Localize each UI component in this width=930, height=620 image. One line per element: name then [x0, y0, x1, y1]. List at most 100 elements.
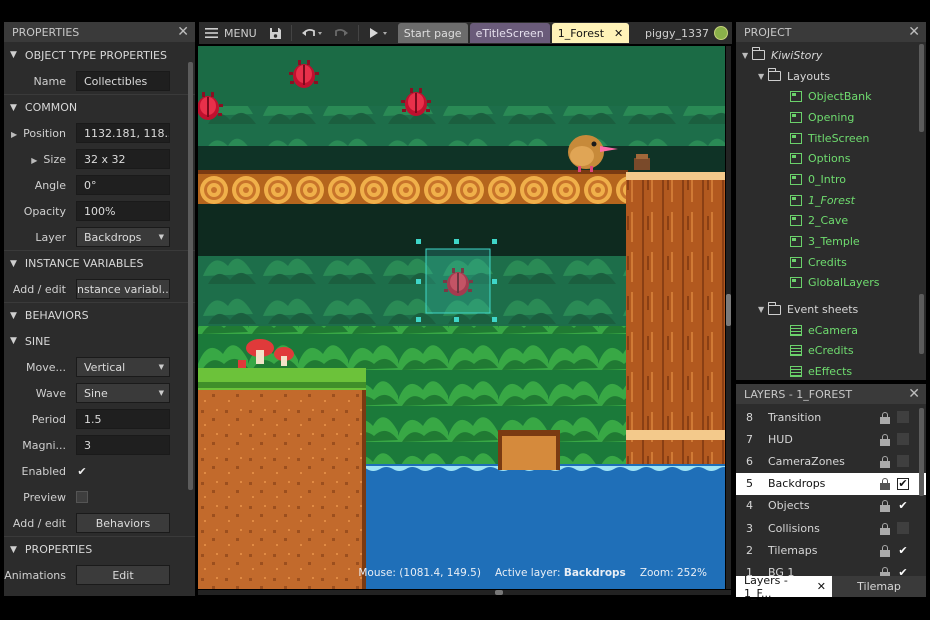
- lock-icon[interactable]: [880, 478, 890, 491]
- property-animations: Animations Edit: [4, 562, 195, 588]
- tree-node-root[interactable]: ▼ KiwiStory: [736, 45, 926, 66]
- tab-start-page[interactable]: Start page: [397, 23, 468, 43]
- angle-field[interactable]: 0°: [76, 175, 170, 195]
- user-account[interactable]: piggy_1337: [645, 26, 732, 40]
- tree-node-layout[interactable]: TitleScreen: [736, 128, 926, 149]
- properties-panel-title: PROPERTIES: [12, 25, 80, 39]
- section-sine[interactable]: ▼ SINE: [4, 328, 195, 354]
- tab-1-forest[interactable]: 1_Forest ✕: [551, 23, 630, 43]
- tree-node-layout[interactable]: GlobalLayers: [736, 273, 926, 294]
- section-common[interactable]: ▼ COMMON: [4, 94, 195, 120]
- property-label: Period: [31, 412, 66, 426]
- event-sheet-icon: [790, 324, 802, 336]
- magnitude-field[interactable]: 3: [76, 435, 170, 455]
- scrollbar-thumb[interactable]: [495, 590, 503, 595]
- tree-node-event-sheets-folder[interactable]: ▼ Event sheets: [736, 299, 926, 320]
- section-behaviors[interactable]: ▼ BEHAVIORS: [4, 302, 195, 328]
- expand-triangle-icon[interactable]: ▶: [31, 156, 37, 165]
- position-field[interactable]: 1132.181, 118.53: [76, 123, 170, 143]
- visibility-checkbox[interactable]: ✔: [897, 544, 909, 557]
- close-icon[interactable]: ✕: [908, 386, 920, 402]
- visibility-checkbox[interactable]: [897, 455, 909, 468]
- section-object-type-properties[interactable]: ▼ OBJECT TYPE PROPERTIES: [4, 42, 195, 68]
- tree-node-event-sheet[interactable]: eCredits: [736, 341, 926, 362]
- expand-triangle-icon[interactable]: ▶: [11, 130, 17, 139]
- layer-select[interactable]: Backdrops ▼: [76, 227, 170, 247]
- name-field[interactable]: Collectibles: [76, 71, 170, 91]
- enabled-checkbox[interactable]: ✔: [76, 465, 88, 478]
- tab-tilemap[interactable]: Tilemap: [832, 576, 926, 597]
- layout-scene[interactable]: [198, 46, 725, 589]
- close-icon[interactable]: ✕: [177, 24, 189, 40]
- instance-variables-button[interactable]: Instance variabl...: [76, 279, 170, 299]
- tree-node-layout[interactable]: Opening: [736, 107, 926, 128]
- tree-node-layout[interactable]: Credits: [736, 252, 926, 273]
- tab-etitlescreen[interactable]: eTitleScreen: [469, 23, 550, 43]
- tree-node-layouts-folder[interactable]: ▼ Layouts: [736, 66, 926, 87]
- layer-number: 4: [746, 499, 753, 513]
- tree-node-layout[interactable]: 3_Temple: [736, 231, 926, 252]
- folder-icon: [751, 47, 765, 61]
- properties-scrollbar[interactable]: [188, 62, 193, 490]
- section-instance-variables[interactable]: ▼ INSTANCE VARIABLES: [4, 250, 195, 276]
- redo-button[interactable]: [329, 22, 355, 44]
- canvas-vertical-scrollbar[interactable]: [726, 46, 731, 589]
- preview-checkbox[interactable]: [76, 491, 88, 503]
- tree-node-layout[interactable]: ObjectBank: [736, 86, 926, 107]
- tree-node-event-sheet[interactable]: eCamera: [736, 320, 926, 341]
- project-scrollbar[interactable]: [919, 44, 924, 132]
- tree-node-label: Layouts: [787, 69, 831, 83]
- edit-animations-button[interactable]: Edit: [76, 565, 170, 585]
- close-icon[interactable]: ✕: [908, 24, 920, 40]
- opacity-field[interactable]: 100%: [76, 201, 170, 221]
- wave-select[interactable]: Sine ▼: [76, 383, 170, 403]
- layer-row-selected[interactable]: 5 Backdrops ✔: [736, 472, 926, 495]
- visibility-checkbox[interactable]: [897, 411, 909, 424]
- layer-row[interactable]: 6 CameraZones: [736, 450, 926, 472]
- lock-icon[interactable]: [880, 544, 890, 557]
- visibility-checkbox[interactable]: [897, 433, 909, 446]
- size-field[interactable]: 32 x 32: [76, 149, 170, 169]
- section-title: PROPERTIES: [24, 543, 93, 556]
- lock-icon[interactable]: [880, 455, 890, 468]
- layer-row[interactable]: 3 Collisions: [736, 517, 926, 539]
- layer-row[interactable]: 2 Tilemaps ✔: [736, 539, 926, 561]
- tree-node-layout[interactable]: Options: [736, 148, 926, 169]
- tree-node-layout-active[interactable]: 1_Forest: [736, 190, 926, 211]
- tree-node-event-sheet[interactable]: eEffects: [736, 361, 926, 380]
- layout-icon: [790, 153, 802, 165]
- layer-row[interactable]: 8 Transition: [736, 406, 926, 428]
- layers-scrollbar[interactable]: [919, 408, 924, 496]
- lock-icon[interactable]: [880, 500, 890, 513]
- dirt-edge: [362, 390, 366, 589]
- canvas-horizontal-scrollbar[interactable]: [198, 590, 731, 595]
- tree-node-layout[interactable]: 0_Intro: [736, 169, 926, 190]
- movement-select[interactable]: Vertical ▼: [76, 357, 170, 377]
- layer-number: 7: [746, 432, 753, 446]
- close-tab-icon[interactable]: ✕: [817, 580, 826, 593]
- lock-icon[interactable]: [880, 522, 890, 535]
- menu-button[interactable]: MENU: [199, 22, 263, 44]
- close-tab-icon[interactable]: ✕: [614, 27, 623, 40]
- preview-button[interactable]: [362, 22, 396, 44]
- project-scrollbar-lower[interactable]: [919, 294, 924, 354]
- scrollbar-thumb[interactable]: [726, 294, 731, 326]
- visibility-checkbox[interactable]: [897, 522, 909, 535]
- layer-row[interactable]: 4 Objects ✔: [736, 495, 926, 517]
- layer-row[interactable]: 7 HUD: [736, 428, 926, 450]
- undo-button[interactable]: [295, 22, 329, 44]
- tree-node-layout[interactable]: 2_Cave: [736, 211, 926, 232]
- lock-icon[interactable]: [880, 433, 890, 446]
- behaviors-button[interactable]: Behaviors: [76, 513, 170, 533]
- visibility-checkbox[interactable]: ✔: [897, 477, 909, 490]
- lock-icon[interactable]: [880, 411, 890, 424]
- selection-box[interactable]: [416, 239, 497, 322]
- section-properties[interactable]: ▼ PROPERTIES: [4, 536, 195, 562]
- layer-number: 2: [746, 543, 753, 557]
- visibility-checkbox[interactable]: ✔: [897, 499, 909, 512]
- layout-canvas[interactable]: [198, 46, 725, 589]
- tab-layers[interactable]: Layers - 1_F... ✕: [736, 574, 832, 600]
- save-button[interactable]: [263, 22, 288, 44]
- period-field[interactable]: 1.5: [76, 409, 170, 429]
- tree-node-label: eCamera: [808, 323, 858, 337]
